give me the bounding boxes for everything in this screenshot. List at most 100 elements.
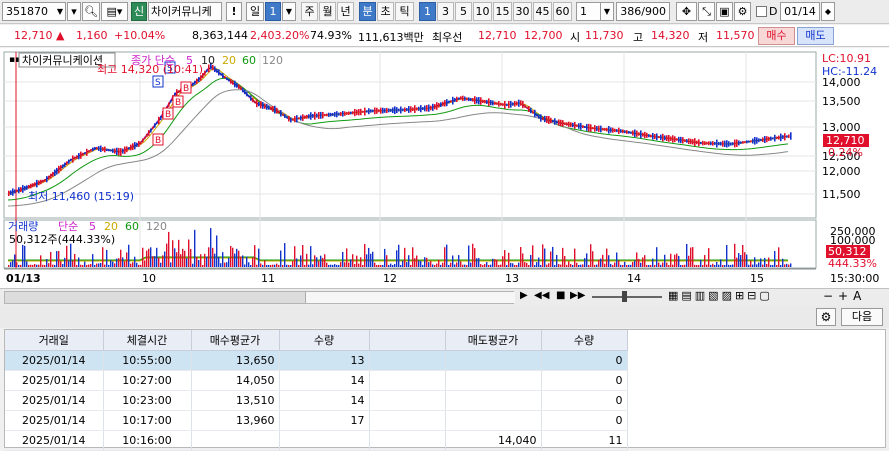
candle [714, 141, 716, 146]
chart-panel[interactable]: BBBBSS ▪▪ 차이커뮤니케이션 종가 단순 5 10 20 60 120 … [0, 48, 889, 290]
candle [660, 134, 662, 141]
candle [516, 101, 518, 106]
chart-scrollbar-track[interactable] [4, 291, 515, 304]
volume-bar [364, 244, 366, 267]
last-price-pct: 0.24% [828, 146, 863, 159]
scroll-right-icon[interactable]: ▶ [520, 290, 528, 301]
period-day-button[interactable]: 일 [246, 2, 264, 21]
candle [778, 135, 780, 140]
period-week-button[interactable]: 주 [301, 2, 318, 21]
stop-icon[interactable]: ■ [556, 290, 565, 301]
chart-tools-icons[interactable]: ▦▤▥▧▨⊞⊟▢ [668, 289, 773, 302]
volume-bar [390, 263, 392, 267]
period-month-button[interactable]: 월 [319, 2, 336, 21]
count-field[interactable]: 386/900 [616, 2, 670, 21]
candle [494, 101, 496, 105]
volume-bar [604, 263, 606, 267]
dropdown-icon[interactable]: ▾ [67, 2, 81, 21]
col-sell-qty[interactable]: 수량 [541, 330, 628, 351]
table-row[interactable]: 2025/01/14 10:23:00 13,510 14 0 [5, 390, 628, 411]
scroll-rewind-icon[interactable]: ◀◀ [534, 290, 549, 301]
volume-bar [218, 256, 220, 267]
interval-10-button[interactable]: 10 [473, 2, 492, 21]
stock-name-field[interactable]: 차이커뮤니케 [148, 2, 222, 21]
chart-scrollbar-thumb[interactable] [305, 292, 515, 303]
stock-menu-icon[interactable]: ▤▾ [101, 2, 128, 21]
next-button[interactable]: 다음 [841, 308, 883, 326]
candle [732, 142, 734, 146]
interval-30-button[interactable]: 30 [513, 2, 532, 21]
table-row[interactable]: 2025/01/14 10:16:00 14,040 11 [5, 430, 628, 451]
period-year-button[interactable]: 년 [337, 2, 354, 21]
sell-button[interactable]: 매도 [797, 27, 834, 45]
chart-tool-icon[interactable]: ⤡ [698, 2, 715, 21]
grid-settings-icon[interactable]: ⚙ [816, 308, 836, 326]
search-icon[interactable]: 🔍︎ [82, 2, 100, 21]
col-buy-avg[interactable]: 매수평균가 [191, 330, 280, 351]
date-checkbox[interactable] [756, 6, 767, 17]
volume-bar [324, 254, 326, 267]
volume-bar [544, 248, 546, 267]
volume-bar [620, 264, 622, 267]
col-trade-date[interactable]: 거래일 [5, 330, 104, 351]
volume-bar [134, 256, 136, 267]
table-row[interactable]: 2025/01/14 10:27:00 14,050 14 0 [5, 370, 628, 391]
volume-bar [612, 264, 614, 267]
period-minute-button[interactable]: 분 [359, 2, 376, 21]
volume-bar [698, 264, 700, 267]
candle [276, 107, 278, 114]
alert-button[interactable]: ! [226, 2, 242, 21]
interval-5-button[interactable]: 5 [455, 2, 472, 21]
period-tick-button[interactable]: 틱 [395, 2, 414, 21]
stock-code-input[interactable]: 351870 ▼ [2, 2, 66, 21]
interval-dropdown-icon[interactable]: ▼ [600, 2, 614, 21]
trade-history-grid[interactable]: 거래일 체결시간 매수평균가 수량 매도평균가 수량 2025/01/14 10:… [4, 329, 886, 451]
col-buy-qty[interactable]: 수량 [279, 330, 370, 351]
volume-bar [588, 264, 590, 267]
volume-bar [776, 264, 778, 267]
volume-bar [756, 264, 758, 267]
volume-bar [46, 259, 48, 267]
interval-45-button[interactable]: 45 [533, 2, 552, 21]
col-exec-time[interactable]: 체결시간 [103, 330, 192, 351]
forward-icon[interactable]: ▶▶ [570, 290, 585, 301]
candle [784, 133, 786, 141]
interval-15-button[interactable]: 15 [493, 2, 512, 21]
settings-icon[interactable]: ⚙ [734, 2, 751, 21]
volume-bar [264, 260, 266, 267]
table-row[interactable]: 2025/01/14 10:17:00 13,960 17 0 [5, 410, 628, 431]
candle [270, 106, 272, 110]
candle [672, 135, 674, 143]
interval-60-button[interactable]: 60 [553, 2, 572, 21]
cell-time: 10:17:00 [103, 410, 192, 431]
date-spin-icon[interactable]: ◆ [821, 2, 835, 21]
high-value: 14,320 [651, 29, 690, 42]
buy-button[interactable]: 매수 [758, 27, 795, 45]
interval-3-button[interactable]: 3 [437, 2, 454, 21]
candle [20, 187, 22, 193]
period-second-button[interactable]: 초 [377, 2, 394, 21]
candle [268, 105, 270, 110]
period-dropdown-icon[interactable]: ▼ [282, 2, 296, 21]
date-input[interactable]: 01/14 [780, 2, 820, 21]
volume-bar [64, 257, 66, 267]
candle [478, 97, 480, 105]
period-day-value[interactable]: 1 [265, 2, 281, 21]
zoom-controls-icons[interactable]: −+A [823, 289, 866, 303]
save-icon[interactable]: ▣ [716, 2, 733, 21]
zoom-slider[interactable] [592, 291, 662, 302]
zoom-slider-handle[interactable] [622, 291, 627, 302]
col-sell-avg[interactable]: 매도평균가 [445, 330, 542, 351]
trade-history-table: 거래일 체결시간 매수평균가 수량 매도평균가 수량 2025/01/14 10:… [5, 330, 628, 451]
candle [390, 108, 392, 112]
dropdown-arrow-icon[interactable]: ▼ [57, 3, 65, 20]
volume-bar [790, 263, 792, 267]
interval-1-button[interactable]: 1 [419, 2, 436, 21]
price-chart[interactable]: BBBBSS ▪▪ 차이커뮤니케이션 종가 단순 5 10 20 60 120 … [0, 48, 889, 290]
crosshair-icon[interactable]: ✥ [676, 2, 697, 21]
table-row[interactable]: 2025/01/14 10:55:00 13,650 13 0 [5, 350, 628, 371]
candle [480, 97, 482, 105]
candle [652, 132, 654, 140]
volume-bar [418, 260, 420, 267]
candle [106, 148, 108, 151]
